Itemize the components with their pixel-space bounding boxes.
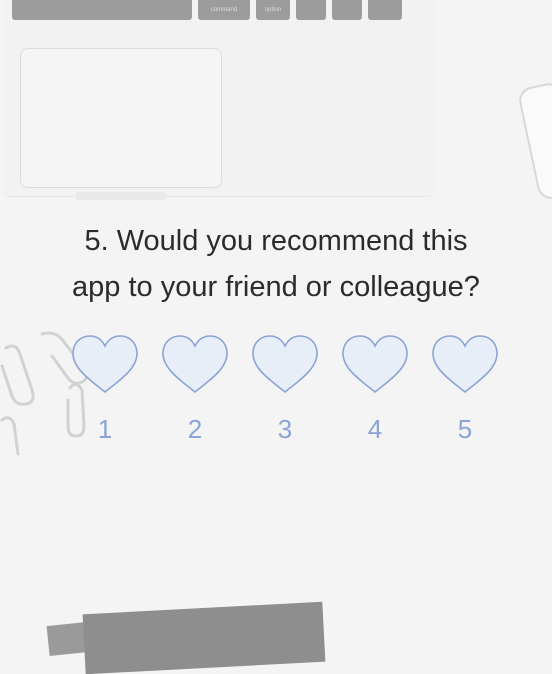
rating-number: 4 xyxy=(367,414,383,444)
heart-icon xyxy=(432,335,498,394)
laptop-hinge xyxy=(76,192,166,200)
question-line: app to your friend or colleague? xyxy=(72,271,480,303)
heart-icon xyxy=(72,335,138,394)
heart-icon xyxy=(252,335,318,394)
question-text: 5. Would you recommend this app to your … xyxy=(0,218,552,310)
paper-decoration xyxy=(82,601,326,674)
keyboard-key: command xyxy=(198,0,250,20)
trackpad xyxy=(20,48,222,188)
keyboard-key: option xyxy=(256,0,290,20)
heart-icon xyxy=(162,335,228,394)
rating-number: 2 xyxy=(187,414,203,444)
rating-option-2[interactable]: 2 xyxy=(160,334,230,444)
heart-icon xyxy=(342,335,408,394)
rating-option-1[interactable]: 1 xyxy=(70,334,140,444)
keyboard-key xyxy=(296,0,326,20)
laptop-background: command option xyxy=(4,0,434,200)
question-line: 5. Would you recommend this xyxy=(84,225,468,257)
rating-number: 3 xyxy=(277,414,293,444)
rating-option-4[interactable]: 4 xyxy=(340,334,410,444)
keyboard-key xyxy=(368,0,402,20)
rating-number: 5 xyxy=(457,414,473,444)
keyboard-key xyxy=(332,0,362,20)
phone-background xyxy=(516,80,552,202)
rating-number: 1 xyxy=(97,414,113,444)
keyboard-key xyxy=(12,0,192,20)
rating-option-5[interactable]: 5 xyxy=(430,334,500,444)
rating-options: 1 2 3 4 5 xyxy=(70,334,498,444)
keyboard-keys: command option xyxy=(12,0,402,24)
rating-option-3[interactable]: 3 xyxy=(250,334,320,444)
